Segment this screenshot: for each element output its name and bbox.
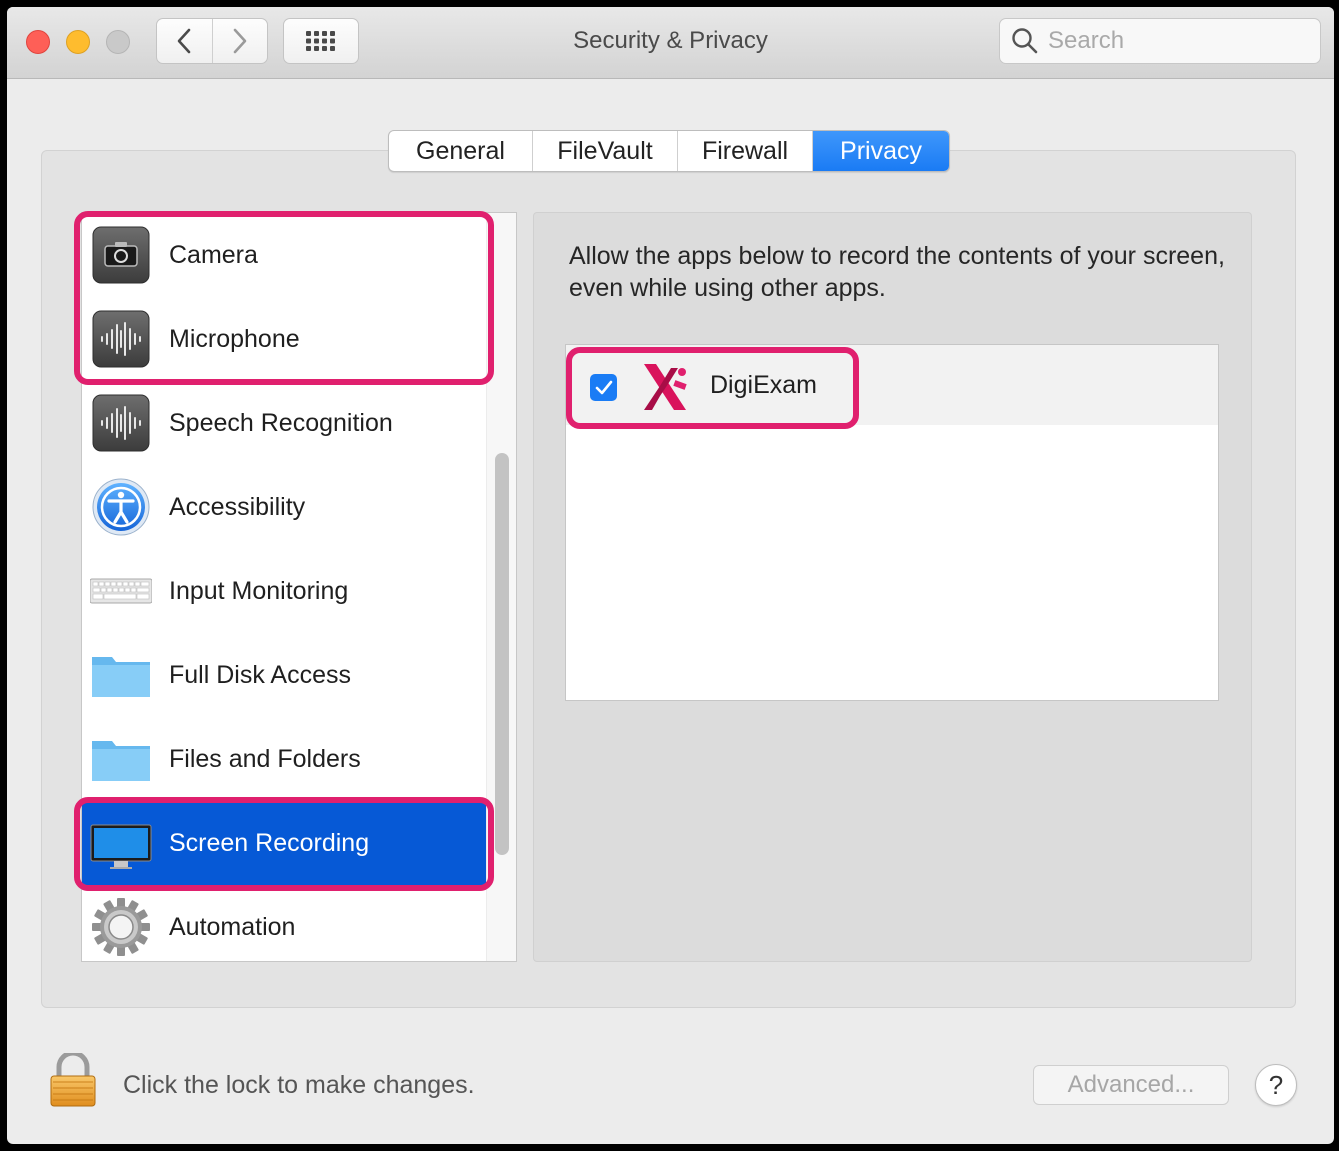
- tab-bar: General FileVault Firewall Privacy: [388, 130, 950, 172]
- sidebar-item-full-disk-access[interactable]: Full Disk Access: [82, 633, 486, 717]
- sidebar-item-screen-recording[interactable]: Screen Recording: [82, 801, 486, 885]
- search-input[interactable]: [1048, 27, 1308, 55]
- camera-icon: [92, 226, 150, 284]
- gear-icon: [92, 898, 150, 956]
- accessibility-icon: [92, 478, 150, 536]
- privacy-category-list[interactable]: Camera Microphone Speech Recognition Acc…: [81, 212, 517, 962]
- sidebar-item-label: Full Disk Access: [169, 660, 351, 689]
- sidebar-scrollbar-thumb[interactable]: [495, 453, 509, 855]
- search-field[interactable]: [999, 18, 1321, 64]
- sidebar-item-camera[interactable]: Camera: [82, 213, 486, 297]
- folder-icon: [92, 741, 150, 781]
- title-bar: Security & Privacy: [7, 7, 1334, 79]
- app-list[interactable]: DigiExam: [565, 344, 1219, 701]
- help-button[interactable]: ?: [1255, 1064, 1297, 1106]
- speech-recognition-icon: [92, 394, 150, 452]
- digiexam-logo-icon: [644, 364, 687, 410]
- tab-general[interactable]: General: [389, 131, 533, 171]
- screen-recording-description: Allow the apps below to record the conte…: [569, 242, 1225, 302]
- sidebar-item-label: Files and Folders: [169, 744, 361, 773]
- search-icon: [1012, 28, 1038, 54]
- security-privacy-window: Security & Privacy General FileVault Fir…: [7, 7, 1334, 1144]
- sidebar-item-input-monitoring[interactable]: Input Monitoring: [82, 549, 486, 633]
- advanced-button[interactable]: Advanced...: [1033, 1065, 1229, 1105]
- sidebar-item-speech-recognition[interactable]: Speech Recognition: [82, 381, 486, 465]
- tab-filevault[interactable]: FileVault: [533, 131, 678, 171]
- checkmark-icon: [595, 380, 612, 394]
- sidebar-item-accessibility[interactable]: Accessibility: [82, 465, 486, 549]
- tab-firewall[interactable]: Firewall: [678, 131, 813, 171]
- sidebar-item-label: Input Monitoring: [169, 576, 349, 605]
- sidebar-item-automation[interactable]: Automation: [82, 885, 486, 961]
- microphone-icon: [92, 310, 150, 368]
- display-icon: [90, 824, 152, 869]
- keyboard-icon: [90, 578, 152, 604]
- digiexam-checkbox[interactable]: [590, 374, 617, 401]
- folder-icon: [92, 657, 150, 697]
- tab-privacy[interactable]: Privacy: [813, 131, 949, 171]
- sidebar-item-microphone[interactable]: Microphone: [82, 297, 486, 381]
- app-name: DigiExam: [710, 371, 817, 399]
- sidebar-item-label: Screen Recording: [169, 828, 370, 857]
- lock-icon[interactable]: [47, 1053, 99, 1109]
- app-row-digiexam[interactable]: DigiExam: [566, 345, 1218, 425]
- sidebar-item-label: Accessibility: [169, 492, 306, 521]
- sidebar-item-label: Speech Recognition: [169, 408, 393, 437]
- sidebar-item-files-and-folders[interactable]: Files and Folders: [82, 717, 486, 801]
- sidebar-item-label: Microphone: [169, 324, 300, 353]
- lock-message: Click the lock to make changes.: [123, 1071, 475, 1099]
- sidebar-item-label: Camera: [169, 240, 258, 269]
- sidebar-item-label: Automation: [169, 912, 296, 941]
